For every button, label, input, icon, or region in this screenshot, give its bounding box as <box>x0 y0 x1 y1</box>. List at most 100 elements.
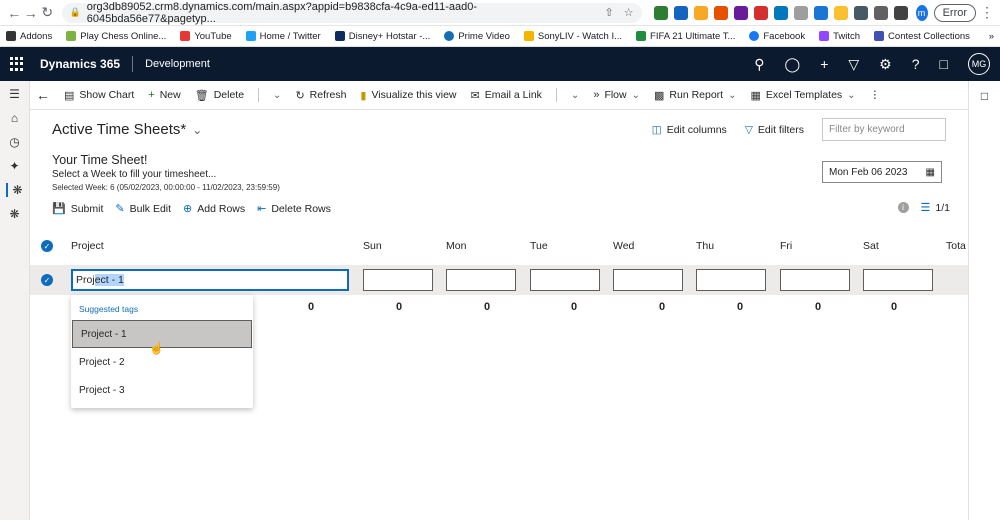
puzzle-icon[interactable]: ❋ <box>9 207 19 221</box>
extension-icon[interactable] <box>833 5 848 20</box>
sun-hours-input[interactable] <box>363 269 433 291</box>
trash-icon: 🗑 <box>194 89 209 102</box>
calendar-icon[interactable]: ▦ <box>926 167 935 178</box>
sidepanel-icon[interactable] <box>893 5 908 20</box>
extension-icon[interactable] <box>653 5 668 20</box>
media-icon[interactable] <box>873 5 888 20</box>
column-header-fri[interactable]: Fri <box>780 240 792 252</box>
column-header-tue[interactable]: Tue <box>530 240 548 252</box>
recent-icon[interactable]: ◷ <box>9 135 19 149</box>
bookmark[interactable]: Twitch <box>819 31 860 42</box>
extension-icon[interactable] <box>773 5 788 20</box>
user-avatar[interactable]: MG <box>968 53 990 75</box>
bookmark[interactable]: Play Chess Online... <box>66 31 166 42</box>
plus-icon[interactable]: + <box>820 56 828 72</box>
column-header-thu[interactable]: Thu <box>696 240 714 252</box>
chat-icon[interactable]: □ <box>940 56 948 72</box>
bookmark[interactable]: FIFA 21 Ultimate T... <box>636 31 735 42</box>
edit-columns-button[interactable]: ◫ Edit columns <box>652 124 727 136</box>
puzzle-icon[interactable]: ❋ <box>6 183 23 197</box>
view-selector[interactable]: Active Time Sheets* ⌄ <box>52 121 202 138</box>
wed-hours-input[interactable] <box>613 269 683 291</box>
hamburger-icon[interactable]: ☰ <box>9 87 20 101</box>
column-header-sat[interactable]: Sat <box>863 240 879 252</box>
submit-button[interactable]: 💾 Submit <box>52 202 103 216</box>
delete-rows-button[interactable]: ⇤ Delete Rows <box>257 202 331 216</box>
sat-hours-input[interactable] <box>863 269 933 291</box>
suggestion-item[interactable]: Project - 3 <box>71 376 253 404</box>
show-chart-button[interactable]: ▤ Show Chart <box>64 89 134 102</box>
bookmarks-bar: Addons Play Chess Online... YouTube Home… <box>0 26 1000 47</box>
profile-avatar[interactable]: m <box>915 4 928 21</box>
excel-templates-button[interactable]: ▦ Excel Templates ⌄ <box>751 89 856 102</box>
extension-icon[interactable] <box>813 5 828 20</box>
more-commands-icon[interactable]: ⋮ <box>870 89 881 101</box>
extension-icon[interactable] <box>673 5 688 20</box>
back-icon[interactable]: ← <box>36 87 50 103</box>
puzzle-icon[interactable] <box>853 5 868 20</box>
info-icon[interactable]: i <box>897 202 909 213</box>
run-report-button[interactable]: ▩ Run Report ⌄ <box>654 89 737 102</box>
chevron-down-icon[interactable]: ⌄ <box>571 90 579 101</box>
mon-hours-input[interactable] <box>446 269 516 291</box>
delete-button[interactable]: 🗑 Delete <box>195 89 244 102</box>
tue-hours-input[interactable] <box>530 269 600 291</box>
bookmark[interactable]: Contest Collections <box>874 31 970 42</box>
help-icon[interactable]: ? <box>912 56 920 72</box>
back-arrow-icon[interactable]: ← <box>6 2 23 24</box>
error-button[interactable]: Error <box>933 3 977 22</box>
extension-icon[interactable] <box>793 5 808 20</box>
column-header-sun[interactable]: Sun <box>363 240 382 252</box>
new-button[interactable]: + New <box>148 89 180 101</box>
chevron-down-icon[interactable]: ⌄ <box>273 90 281 101</box>
bookmark[interactable]: Prime Video <box>444 31 510 42</box>
reload-icon[interactable]: ↻ <box>39 2 56 24</box>
kebab-menu-icon[interactable]: ⋮ <box>980 4 994 21</box>
share-icon[interactable]: ⇧ <box>604 6 613 19</box>
home-icon[interactable]: ⌂ <box>11 111 18 125</box>
email-link-button[interactable]: ✉ Email a Link <box>471 89 542 102</box>
add-rows-button[interactable]: ⊕ Add Rows <box>183 202 245 216</box>
app-launcher-icon[interactable] <box>10 57 24 71</box>
lightbulb-icon[interactable]: ◯ <box>785 56 801 73</box>
date-picker[interactable]: Mon Feb 06 2023 ▦ <box>822 161 942 183</box>
thu-hours-input[interactable] <box>696 269 766 291</box>
command-bar: ← ▤ Show Chart + New 🗑 Delete ⌄ ↻ Refresh ▮ V… <box>30 81 968 110</box>
row-checkbox[interactable]: ✓ <box>41 274 53 286</box>
extension-icon[interactable] <box>713 5 728 20</box>
column-header-wed[interactable]: Wed <box>613 240 634 252</box>
gear-icon[interactable]: ⚙ <box>879 56 892 73</box>
refresh-button[interactable]: ↻ Refresh <box>295 89 346 102</box>
extension-icon[interactable] <box>733 5 748 20</box>
column-header-project[interactable]: Project <box>71 240 104 252</box>
filter-icon[interactable]: ▽ <box>848 56 859 73</box>
extension-icon[interactable] <box>753 5 768 20</box>
address-bar[interactable]: 🔒 org3db89052.crm8.dynamics.com/main.asp… <box>61 1 642 25</box>
chat-icon[interactable]: □ <box>981 89 988 520</box>
pin-icon[interactable]: ✦ <box>9 159 19 173</box>
bookmarks-more[interactable]: » <box>989 31 994 42</box>
project-input[interactable]: Proj ect - 1 <box>71 269 349 291</box>
visualize-button[interactable]: ▮ Visualize this view <box>360 89 456 102</box>
bulk-edit-button[interactable]: ✎ Bulk Edit <box>115 202 171 216</box>
app-title[interactable]: Dynamics 365 <box>40 57 120 71</box>
bookmark[interactable]: SonyLIV - Watch I... <box>523 31 622 42</box>
extension-icon[interactable] <box>693 5 708 20</box>
star-icon[interactable]: ☆ <box>624 6 634 19</box>
search-icon[interactable]: ⚲ <box>754 56 764 73</box>
app-header: Dynamics 365 Development ⚲ ◯ + ▽ ⚙ ? □ M… <box>0 47 1000 81</box>
forward-arrow-icon[interactable]: → <box>23 2 40 24</box>
column-header-mon[interactable]: Mon <box>446 240 466 252</box>
filter-keyword-input[interactable]: Filter by keyword <box>822 118 946 141</box>
fri-hours-input[interactable] <box>780 269 850 291</box>
bookmark[interactable]: Disney+ Hotstar -... <box>334 31 430 42</box>
bookmark[interactable]: Facebook <box>749 31 805 42</box>
bookmark[interactable]: Home / Twitter <box>245 31 321 42</box>
edit-filters-button[interactable]: ▽ Edit filters <box>745 124 804 136</box>
bookmark[interactable]: Addons <box>6 31 52 42</box>
flow-button[interactable]: » Flow ⌄ <box>593 89 640 101</box>
bookmark[interactable]: YouTube <box>180 31 232 42</box>
select-all-checkbox[interactable]: ✓ <box>41 240 53 252</box>
pager[interactable]: ☰ 1/1 <box>921 201 950 215</box>
column-header-total[interactable]: Tota <box>946 240 966 252</box>
